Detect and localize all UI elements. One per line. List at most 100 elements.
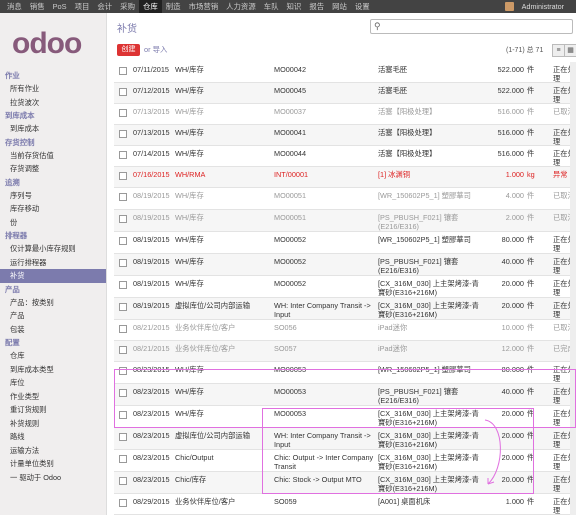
row-date: 08/29/2015	[133, 497, 170, 506]
row-checkbox[interactable]	[119, 130, 127, 138]
sidebar-item[interactable]: 补货	[0, 269, 106, 283]
sidebar-item[interactable]: 拉货波次	[0, 96, 106, 110]
row-date: 08/19/2015	[133, 279, 170, 288]
row-quantity: 1.000	[505, 497, 524, 506]
breadcrumb: 补货	[117, 24, 137, 35]
row-checkbox[interactable]	[119, 455, 127, 463]
search-input[interactable]: ⚲	[370, 19, 573, 34]
row-checkbox[interactable]	[119, 303, 127, 311]
table-row[interactable]: 08/29/2015 业务伙伴库位/客户 SO059 [A001] 桌面机床 1.000…	[114, 494, 576, 515]
table-row[interactable]: 08/19/2015 WH/库存 MO00052 [CX_316M_030] 上主架烤…	[114, 276, 576, 298]
row-checkbox[interactable]	[119, 151, 127, 159]
sidebar-item[interactable]: 产品：按类别	[0, 296, 106, 310]
sidebar-item[interactable]: 作业类型	[0, 390, 106, 404]
row-checkbox[interactable]	[119, 346, 127, 354]
table-row[interactable]: 07/14/2015 WH/库存 MO00044 活塞【阳极处理】 516.000 件正在…	[114, 146, 576, 167]
table-row[interactable]: 08/19/2015 虚拟库位/公司内部运输 WH: Inter Company T…	[114, 298, 576, 320]
sidebar-item[interactable]: 路线	[0, 430, 106, 444]
sidebar-item[interactable]: 一 驱动于 Odoo	[0, 471, 106, 485]
scrollbar[interactable]	[570, 62, 576, 515]
row-checkbox[interactable]	[119, 499, 127, 507]
row-uom: 件	[527, 107, 535, 116]
top-menu-item[interactable]: PoS	[49, 0, 71, 13]
row-reference: MO00044	[274, 149, 307, 158]
sidebar-item[interactable]: 当前存货估值	[0, 149, 106, 163]
row-uom: 件	[527, 149, 535, 158]
sidebar-item[interactable]: 存货调整	[0, 162, 106, 176]
create-button[interactable]: 创建	[117, 44, 140, 56]
row-quantity: 20.000	[501, 279, 524, 288]
top-menu-item[interactable]: 车队	[260, 0, 283, 13]
row-location: WH/库存	[175, 257, 204, 266]
user-menu[interactable]: Administrator	[522, 0, 564, 13]
row-quantity: 10.000	[501, 323, 524, 332]
row-checkbox[interactable]	[119, 67, 127, 75]
top-menu-item[interactable]: 消息	[3, 0, 26, 13]
row-checkbox[interactable]	[119, 193, 127, 201]
table-row[interactable]: 08/21/2015 业务伙伴库位/客户 SO056 iPad迷你 10.000 件已取消	[114, 320, 576, 341]
sidebar-item[interactable]: 计量单位类别	[0, 457, 106, 471]
avatar[interactable]	[505, 2, 514, 11]
graph-view-icon[interactable]: ▦	[564, 44, 576, 57]
row-location: WH/库存	[175, 128, 204, 137]
table-row[interactable]: 07/13/2015 WH/库存 MO00037 活塞【阳极处理】 516.000 件已取…	[114, 104, 576, 125]
sidebar-item[interactable]: 仅计算最小库存规则	[0, 242, 106, 256]
row-date: 07/13/2015	[133, 107, 170, 116]
sidebar-item[interactable]: 库位	[0, 376, 106, 390]
table-row[interactable]: 08/19/2015 WH/库存 MO00051 [WR_150602P5_1] 塑膠…	[114, 188, 576, 210]
top-menu-item[interactable]: 采购	[116, 0, 139, 13]
search-icon: ⚲	[374, 21, 381, 31]
row-product: [PS_PBUSH_F021] 镶套 (E216/E316)	[378, 213, 459, 231]
row-quantity: 80.000	[501, 235, 524, 244]
sidebar-item[interactable]: 运输方法	[0, 444, 106, 458]
top-menu-item[interactable]: 制造	[162, 0, 185, 13]
sidebar-item[interactable]: 运行排程器	[0, 256, 106, 270]
row-checkbox[interactable]	[119, 259, 127, 267]
top-menu-item[interactable]: 项目	[71, 0, 94, 13]
top-menu-item[interactable]: 知识	[283, 0, 306, 13]
row-location: WH/库存	[175, 213, 204, 222]
row-checkbox[interactable]	[119, 109, 127, 117]
top-menu-item[interactable]: 报告	[305, 0, 328, 13]
row-checkbox[interactable]	[119, 88, 127, 96]
sidebar-item[interactable]: 序列号	[0, 189, 106, 203]
odoo-logo[interactable]: odoo	[12, 27, 82, 61]
row-checkbox[interactable]	[119, 281, 127, 289]
top-menu-item[interactable]: 设置	[351, 0, 374, 13]
import-label[interactable]: 导入	[153, 45, 168, 54]
row-uom: 件	[527, 497, 535, 506]
sidebar-item[interactable]: 重订货规则	[0, 403, 106, 417]
sidebar-item[interactable]: 仓库	[0, 349, 106, 363]
table-row[interactable]: 08/19/2015 WH/库存 MO00052 [PS_PBUSH_F021] 镶套…	[114, 254, 576, 276]
import-link[interactable]: or 导入	[144, 44, 167, 56]
row-checkbox[interactable]	[119, 172, 127, 180]
table-row[interactable]: 07/13/2015 WH/库存 MO00041 活塞【阳极处理】 516.000 件正在…	[114, 125, 576, 146]
table-row[interactable]: 08/21/2015 业务伙伴库位/客户 SO057 iPad迷你 12.000 件已完成	[114, 341, 576, 362]
row-checkbox[interactable]	[119, 325, 127, 333]
row-location: WH/库存	[175, 107, 204, 116]
top-menu-item[interactable]: 市场营销	[185, 0, 223, 13]
top-menu-item[interactable]: 网站	[328, 0, 351, 13]
sidebar-item[interactable]: 到库成本类型	[0, 363, 106, 377]
top-menu-item[interactable]: 人力资源	[222, 0, 260, 13]
row-uom: 件	[527, 323, 535, 332]
sidebar-item[interactable]: 库存移动	[0, 202, 106, 216]
sidebar-item[interactable]: 补货规则	[0, 417, 106, 431]
row-checkbox[interactable]	[119, 237, 127, 245]
table-row[interactable]: 08/19/2015 WH/库存 MO00052 [WR_150602P5_1] 塑膠…	[114, 232, 576, 254]
row-checkbox[interactable]	[119, 477, 127, 485]
top-menu-item[interactable]: 仓库	[138, 0, 162, 13]
table-row[interactable]: 07/11/2015 WH/库存 MO00042 活塞毛胚 522.000 件正在处理	[114, 62, 576, 83]
top-menu-item[interactable]: 销售	[26, 0, 49, 13]
sidebar-item[interactable]: 所有作业	[0, 82, 106, 96]
row-checkbox[interactable]	[119, 433, 127, 441]
top-menu-item[interactable]: 会计	[93, 0, 116, 13]
table-row[interactable]: 07/12/2015 WH/库存 MO00045 活塞毛胚 522.000 件正在处理	[114, 83, 576, 104]
row-checkbox[interactable]	[119, 215, 127, 223]
sidebar-item[interactable]: 到库成本	[0, 122, 106, 136]
sidebar-item[interactable]: 产品	[0, 309, 106, 323]
table-row[interactable]: 07/16/2015 WH/RMA INT/00001 [1] 冰渊铜 1.000 kg 异…	[114, 167, 576, 188]
table-row[interactable]: 08/19/2015 WH/库存 MO00051 [PS_PBUSH_F021] 镶套…	[114, 210, 576, 232]
sidebar-item[interactable]: 包装	[0, 323, 106, 337]
sidebar-item[interactable]: 份	[0, 216, 106, 230]
